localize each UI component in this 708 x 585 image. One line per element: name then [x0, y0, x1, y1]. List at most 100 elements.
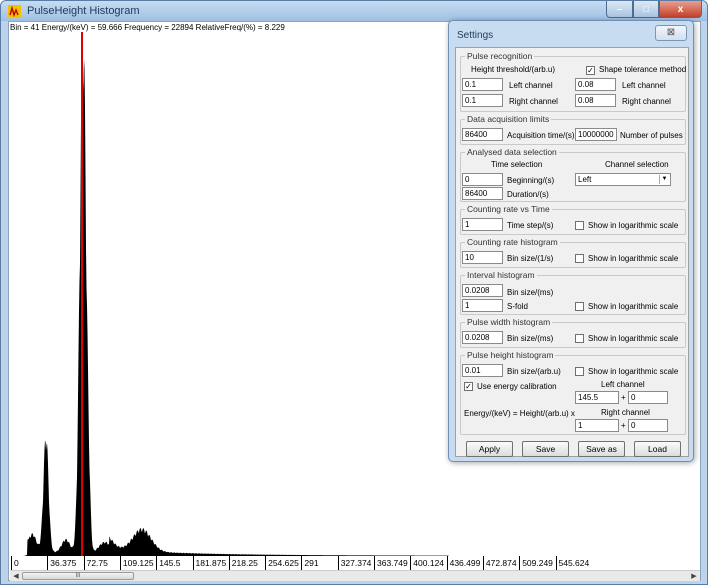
left-tolerance-input[interactable]: 0.08 [575, 78, 616, 91]
group-title: Counting rate histogram [465, 237, 560, 247]
group-pulse-recognition: Pulse recognition Height threshold/(arb.… [460, 51, 686, 112]
group-analysed-selection: Analysed data selection Time selection C… [460, 147, 686, 202]
energy-calibration-checkbox[interactable]: ✓ [464, 382, 473, 391]
time-step-label: Time step/(s) [507, 221, 554, 230]
pulse-width-log-label: Show in logarithmic scale [588, 334, 679, 343]
counting-rate-time-log-label: Show in logarithmic scale [588, 221, 679, 230]
scroll-left-arrow-icon[interactable]: ◀ [11, 572, 21, 581]
height-bin-size-label: Bin size/(arb.u) [507, 367, 561, 376]
group-pulse-height-histogram: Pulse height histogram 0.01 Bin size/(ar… [460, 350, 686, 435]
settings-title: Settings [457, 30, 494, 41]
plus-sign: + [621, 393, 626, 402]
scroll-thumb[interactable]: III [22, 572, 134, 580]
s-fold-input[interactable]: 1 [462, 299, 503, 312]
beginning-input[interactable]: 0 [462, 173, 503, 186]
x-axis-tick-label: 400.124 [410, 556, 444, 570]
duration-input[interactable]: 86400 [462, 187, 503, 200]
x-axis-tick-label: 291 [301, 556, 319, 570]
time-selection-label: Time selection [491, 160, 543, 169]
left-calibration-factor-input[interactable]: 145.5 [575, 391, 619, 404]
height-bin-size-input[interactable]: 0.01 [462, 364, 503, 377]
group-title: Pulse recognition [465, 51, 535, 61]
x-axis-tick-label: 181.875 [192, 556, 226, 570]
group-title: Pulse width histogram [465, 317, 553, 327]
energy-formula-label: Energy/(keV) = Height/(arb.u) x [464, 409, 575, 418]
scroll-right-arrow-icon[interactable]: ▶ [689, 572, 699, 581]
group-pulse-width-histogram: Pulse width histogram 0.0208 Bin size/(m… [460, 317, 686, 348]
group-acquisition-limits: Data acquisition limits 86400 Acquisitio… [460, 114, 686, 145]
right-calibration-factor-input[interactable]: 1 [575, 419, 619, 432]
check-icon: ✓ [587, 66, 594, 75]
right-threshold-input[interactable]: 0.1 [462, 94, 503, 107]
pulse-height-log-label: Show in logarithmic scale [588, 367, 679, 376]
group-title: Pulse height histogram [465, 350, 556, 360]
group-title: Analysed data selection [465, 147, 559, 157]
left-threshold-input[interactable]: 0.1 [462, 78, 503, 91]
x-axis-tick-label: 472.874 [482, 556, 517, 570]
interval-log-checkbox[interactable] [575, 302, 584, 311]
x-axis-labels: 0 36.375 72.75 109.125 145.5 181.875 218.25 254… [11, 556, 699, 570]
channel-selection-label: Channel selection [605, 160, 669, 169]
cal-left-channel-label: Left channel [601, 380, 645, 389]
time-step-input[interactable]: 1 [462, 218, 503, 231]
rate-bin-size-label: Bin size/(1/s) [507, 254, 554, 263]
chevron-down-icon[interactable]: ▼ [659, 175, 669, 184]
horizontal-scrollbar[interactable]: ◀ III ▶ [10, 570, 700, 581]
acquisition-time-input[interactable]: 86400 [462, 128, 503, 141]
maximize-button[interactable]: □ [633, 1, 659, 18]
interval-bin-size-label: Bin size/(ms) [507, 288, 554, 297]
window-title: PulseHeight Histogram [27, 5, 140, 17]
group-interval-histogram: Interval histogram 0.0208 Bin size/(ms) … [460, 270, 686, 315]
settings-body: Pulse recognition Height threshold/(arb.… [455, 47, 689, 457]
x-axis-tick-label: 36.375 [47, 556, 76, 570]
left-calibration-offset-input[interactable]: 0 [628, 391, 668, 404]
load-button[interactable]: Load [634, 441, 681, 457]
channel-select-value: Left [578, 175, 592, 184]
x-axis-tick-label: 545.624 [555, 556, 589, 570]
energy-calibration-label: Use energy calibration [477, 382, 557, 391]
interval-bin-size-input[interactable]: 0.0208 [462, 284, 503, 297]
counting-rate-hist-log-checkbox[interactable] [575, 254, 584, 263]
x-axis-tick-label: 509.249 [519, 556, 553, 570]
s-fold-label: S-fold [507, 302, 528, 311]
left-channel-label: Left channel [509, 81, 553, 90]
x-axis-tick-label: 145.5 [156, 556, 180, 570]
shape-tolerance-checkbox[interactable]: ✓ [586, 66, 595, 75]
settings-close-button[interactable]: ⊠ [655, 25, 687, 41]
check-icon: ✓ [465, 382, 472, 391]
number-of-pulses-input[interactable]: 10000000 [575, 128, 617, 141]
x-axis-tick-label: 363.749 [374, 556, 408, 570]
x-axis-tick-label: 327.374 [337, 556, 371, 570]
left-tolerance-label: Left channel [622, 81, 666, 90]
pulse-height-log-checkbox[interactable] [575, 367, 584, 376]
group-counting-rate-time: Counting rate vs Time 1 Time step/(s) Sh… [460, 204, 686, 235]
group-counting-rate-histogram: Counting rate histogram 10 Bin size/(1/s… [460, 237, 686, 268]
pulse-width-log-checkbox[interactable] [575, 334, 584, 343]
duration-label: Duration/(s) [507, 190, 549, 199]
close-button[interactable]: x [659, 1, 702, 18]
bin-info-readout: Bin = 41 Energy/(keV) = 59.666 Frequency… [10, 23, 285, 32]
channel-select[interactable]: Left ▼ [575, 173, 671, 186]
save-button[interactable]: Save [522, 441, 569, 457]
plus-sign: + [621, 421, 626, 430]
app-icon [8, 5, 21, 17]
width-bin-size-input[interactable]: 0.0208 [462, 331, 503, 344]
x-axis-tick-label: 254.625 [265, 556, 299, 570]
minimize-button[interactable]: – [606, 1, 633, 18]
apply-button[interactable]: Apply [466, 441, 513, 457]
save-as-button[interactable]: Save as [578, 441, 625, 457]
group-title: Data acquisition limits [465, 114, 552, 124]
rate-bin-size-input[interactable]: 10 [462, 251, 503, 264]
interval-log-label: Show in logarithmic scale [588, 302, 679, 311]
width-bin-size-label: Bin size/(ms) [507, 334, 554, 343]
counting-rate-time-log-checkbox[interactable] [575, 221, 584, 230]
cal-right-channel-label: Right channel [601, 408, 650, 417]
counting-rate-hist-log-label: Show in logarithmic scale [588, 254, 679, 263]
x-axis-tick-label: 72.75 [83, 556, 108, 570]
x-axis-tick-label: 0 [11, 556, 19, 570]
title-bar[interactable]: PulseHeight Histogram – □ x [1, 1, 707, 21]
right-tolerance-input[interactable]: 0.08 [575, 94, 616, 107]
right-calibration-offset-input[interactable]: 0 [628, 419, 668, 432]
group-title: Counting rate vs Time [465, 204, 552, 214]
beginning-label: Beginning/(s) [507, 176, 555, 185]
